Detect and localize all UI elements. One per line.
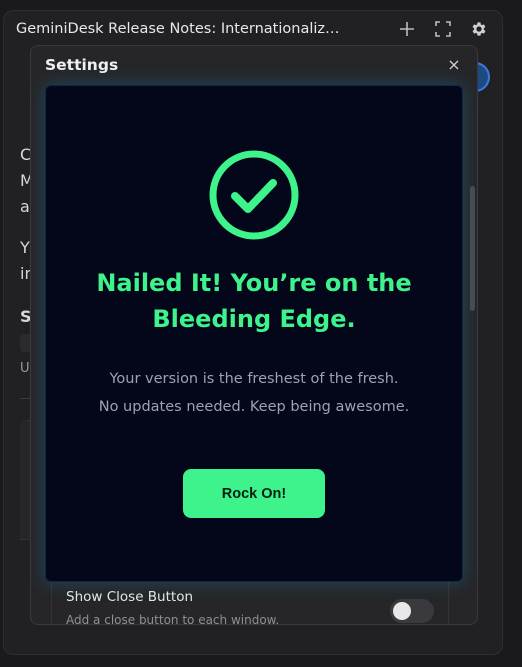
toggle-knob (393, 602, 411, 620)
modal-body: Your version is the freshest of the fres… (45, 365, 463, 421)
modal-body-line: Your version is the freshest of the fres… (109, 371, 399, 387)
setting-description: Add a close button to each window. (66, 613, 280, 625)
background-window-title: GeminiDesk Release Notes: Internationali… (16, 21, 346, 37)
plus-icon[interactable] (396, 18, 418, 40)
modal-body-line: No updates needed. Keep being awesome. (98, 399, 410, 415)
update-status-modal: Nailed It! You’re on the Bleeding Edge. … (45, 85, 463, 582)
settings-title: Settings (45, 56, 119, 74)
check-circle-icon (209, 150, 299, 240)
fullscreen-icon[interactable] (432, 18, 454, 40)
background-peek-text: a (20, 197, 30, 216)
settings-scrollbar[interactable] (470, 186, 475, 311)
background-divider (20, 398, 30, 399)
background-peek-text: Y (20, 238, 30, 257)
setting-row-show-close-button: Show Close Button Add a close button to … (51, 576, 449, 625)
titlebar-actions (396, 18, 490, 40)
rock-on-button[interactable]: Rock On! (183, 469, 325, 518)
gear-icon[interactable] (468, 18, 490, 40)
background-peek-chip (20, 334, 30, 352)
show-close-button-toggle[interactable] (390, 599, 434, 623)
modal-heading: Nailed It! You’re on the Bleeding Edge. (96, 269, 412, 333)
settings-header: Settings (31, 46, 477, 84)
background-peek-text: U (20, 361, 30, 376)
close-icon[interactable]: × (445, 55, 463, 74)
setting-label: Show Close Button (66, 589, 194, 605)
